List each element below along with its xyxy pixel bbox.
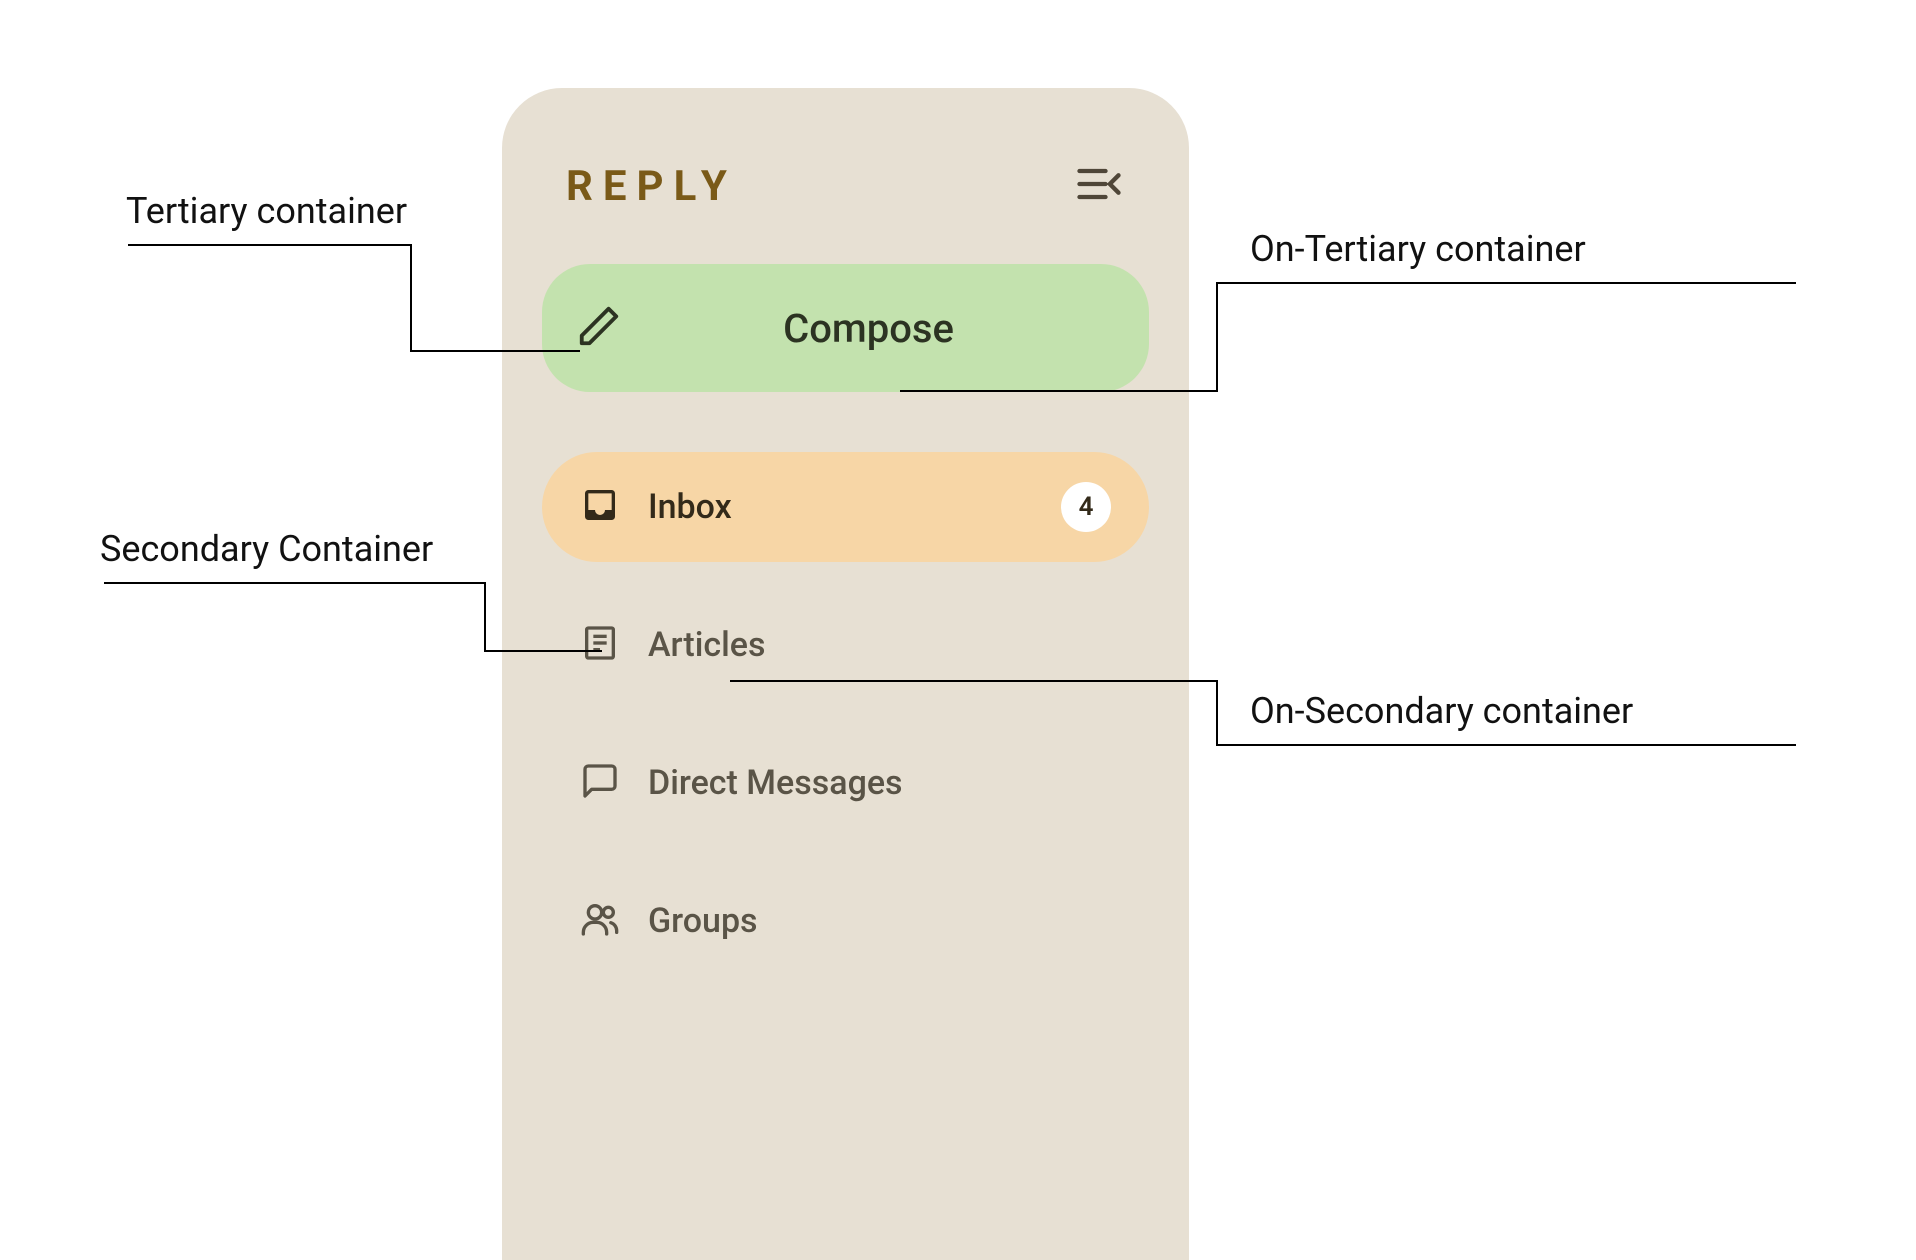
pencil-icon [576,303,622,353]
leader-line [410,350,580,352]
compose-label: Compose [622,305,1115,352]
nav-badge: 4 [1061,482,1111,532]
leader-line [484,650,602,652]
leader-line [104,582,486,584]
leader-line [1216,282,1218,392]
callout-secondary-container: Secondary Container [100,528,433,570]
callout-on-tertiary-container: On-Tertiary container [1250,228,1586,270]
nav-item-articles[interactable]: Articles [542,590,1149,700]
leader-line [730,680,1218,682]
leader-line [1216,744,1796,746]
nav-list: Inbox 4 Articles [502,452,1189,976]
nav-label: Direct Messages [648,763,1111,803]
nav-item-groups[interactable]: Groups [542,866,1149,976]
callout-on-secondary-container: On-Secondary container [1250,690,1633,732]
chat-icon [580,761,620,805]
leader-line [410,244,412,350]
inbox-icon [580,485,620,529]
nav-label: Inbox [648,487,1033,527]
callout-tertiary-container: Tertiary container [126,190,407,232]
nav-label: Articles [648,625,1111,665]
leader-line [900,390,1218,392]
leader-line [1216,680,1218,744]
drawer-header: REPLY [502,88,1189,244]
nav-label: Groups [648,901,1111,941]
navigation-drawer: REPLY Compose [502,88,1189,1260]
leader-line [484,582,486,650]
leader-line [1216,282,1796,284]
brand-wordmark: REPLY [566,162,737,211]
compose-button[interactable]: Compose [542,264,1149,392]
leader-line [128,244,412,246]
nav-item-inbox[interactable]: Inbox 4 [542,452,1149,562]
diagram-canvas: REPLY Compose [0,0,1916,1260]
menu-open-icon[interactable] [1073,158,1125,214]
nav-item-direct-messages[interactable]: Direct Messages [542,728,1149,838]
article-icon [580,623,620,667]
group-icon [580,899,620,943]
